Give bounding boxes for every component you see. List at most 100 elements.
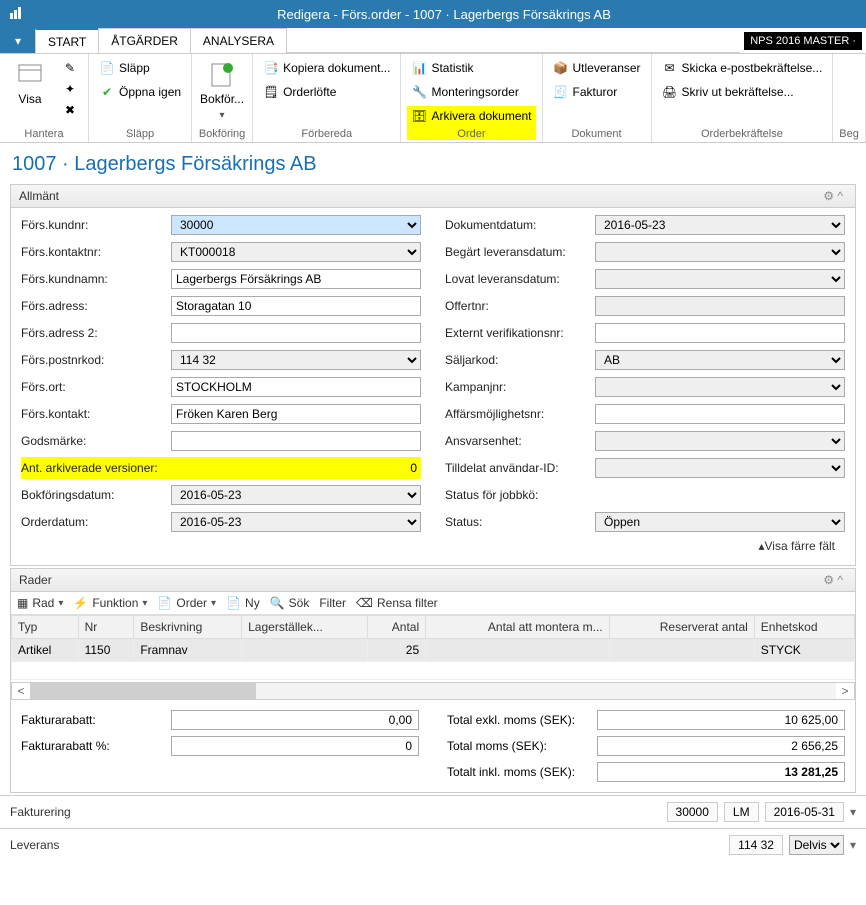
reopen-icon: ✔: [99, 84, 115, 100]
col-nr[interactable]: Nr: [78, 616, 134, 639]
ribbon-oppna-igen[interactable]: ✔Öppna igen: [95, 82, 185, 102]
toolbar-order[interactable]: 📄Order: [157, 596, 216, 610]
ribbon-monteringsorder[interactable]: 🔧Monteringsorder: [407, 82, 535, 102]
ribbon-statistik[interactable]: 📊Statistik: [407, 58, 535, 78]
section-title-allmant: Allmänt: [19, 189, 819, 203]
label-fakturarabatt-pct: Fakturarabatt %:: [21, 739, 171, 753]
input-fors-kundnr[interactable]: 30000: [171, 215, 421, 235]
ribbon-orderlofte[interactable]: 🗒Orderlöfte: [259, 82, 394, 102]
section-allmant: Allmänt ⚙ ^ Förs.kundnr:30000 Förs.konta…: [10, 184, 856, 566]
ribbon-utleveranser[interactable]: 📦Utleveranser: [549, 58, 645, 78]
show-less-fields[interactable]: Visa färre fält: [21, 533, 845, 559]
section-title-leverans: Leverans: [10, 838, 723, 852]
scroll-right-icon[interactable]: >: [836, 684, 854, 698]
label-begart-leveransdatum: Begärt leveransdatum:: [445, 245, 595, 259]
col-enhetskod[interactable]: Enhetskod: [754, 616, 854, 639]
section-rader-settings-icon[interactable]: ⚙ ^: [819, 573, 847, 587]
scroll-left-icon[interactable]: <: [12, 684, 30, 698]
app-menu-button[interactable]: ▾: [0, 28, 36, 53]
label-bokforingsdatum: Bokföringsdatum:: [21, 488, 171, 502]
ribbon-skicka-epost[interactable]: ✉Skicka e-postbekräftelse...: [658, 58, 827, 78]
label-orderdatum: Orderdatum:: [21, 515, 171, 529]
input-orderdatum[interactable]: 2016-05-23: [171, 512, 421, 532]
input-lovat-leveransdatum[interactable]: [595, 269, 845, 289]
ribbon-fakturor[interactable]: 🧾Fakturor: [549, 82, 645, 102]
label-lovat-leveransdatum: Lovat leveransdatum:: [445, 272, 595, 286]
value-fakturarabatt[interactable]: 0,00: [171, 710, 419, 730]
table-row[interactable]: Artikel 1150 Framnav 25 STYCK: [12, 639, 855, 662]
value-total-exkl: 10 625,00: [597, 710, 845, 730]
ribbon-group-bokforing: Bokföring: [198, 126, 246, 140]
label-offertnr: Offertnr:: [445, 299, 595, 313]
label-total-exkl: Total exkl. moms (SEK):: [447, 713, 597, 727]
input-ansvarsenhet[interactable]: [595, 431, 845, 451]
label-fors-postnrkod: Förs.postnrkod:: [21, 353, 171, 367]
tab-start[interactable]: START: [35, 28, 99, 53]
row-icon: ▦: [17, 596, 28, 610]
label-fors-kontakt: Förs.kontakt:: [21, 407, 171, 421]
ribbon-edit[interactable]: ✎: [58, 58, 82, 78]
col-beskrivning[interactable]: Beskrivning: [134, 616, 242, 639]
input-saljarkod[interactable]: AB: [595, 350, 845, 370]
window-title: Redigera - Förs.order - 1007 · Lagerberg…: [30, 7, 858, 22]
col-antal-att[interactable]: Antal att montera m...: [426, 616, 609, 639]
horizontal-scrollbar[interactable]: < >: [11, 682, 855, 700]
leverans-typ[interactable]: Delvis: [789, 835, 844, 855]
label-fakturarabatt: Fakturarabatt:: [21, 713, 171, 727]
input-fors-kontaktnr[interactable]: KT000018: [171, 242, 421, 262]
input-affarsmojlighetsnr[interactable]: [595, 404, 845, 424]
input-fors-ort[interactable]: [171, 377, 421, 397]
toolbar-rad[interactable]: ▦Rad: [17, 596, 63, 610]
ribbon-slapp[interactable]: 📄Släpp: [95, 58, 185, 78]
toolbar-funktion[interactable]: ⚡Funktion: [73, 596, 147, 610]
ribbon-visa[interactable]: Visa: [6, 58, 54, 126]
scroll-thumb[interactable]: [30, 683, 256, 699]
input-fors-kontakt[interactable]: [171, 404, 421, 424]
input-dokumentdatum[interactable]: 2016-05-23: [595, 215, 845, 235]
label-fors-kundnr: Förs.kundnr:: [21, 218, 171, 232]
input-fors-kundnamn[interactable]: [171, 269, 421, 289]
ribbon-skriv-ut[interactable]: 🖨Skriv ut bekräftelse...: [658, 82, 827, 102]
ribbon-bokfor[interactable]: Bokför...: [198, 58, 246, 126]
input-externt-verifikationsnr[interactable]: [595, 323, 845, 343]
input-kampanjnr[interactable]: [595, 377, 845, 397]
ribbon-delete[interactable]: ✖: [58, 100, 82, 120]
col-typ[interactable]: Typ: [12, 616, 79, 639]
pencil-icon: ✎: [62, 60, 78, 76]
chevron-down-icon[interactable]: ▾: [850, 805, 856, 819]
section-leverans[interactable]: Leverans 114 32 Delvis ▾: [0, 828, 866, 861]
ribbon-arkivera-dokument[interactable]: 🗄Arkivera dokument: [407, 106, 535, 126]
value-fakturarabatt-pct[interactable]: 0: [171, 736, 419, 756]
section-rader: Rader ⚙ ^ ▦Rad ⚡Funktion 📄Order 📄Ny 🔍Sök…: [10, 568, 856, 793]
ribbon-kopiera-dokument[interactable]: 📑Kopiera dokument...: [259, 58, 394, 78]
ribbon-group-orderbek: Orderbekräftelse: [658, 126, 827, 140]
shipment-icon: 📦: [553, 60, 569, 76]
col-reserverat[interactable]: Reserverat antal: [609, 616, 754, 639]
section-settings-icon[interactable]: ⚙ ^: [819, 189, 847, 203]
input-bokforingsdatum[interactable]: 2016-05-23: [171, 485, 421, 505]
value-ant-arkiverade: 0: [171, 461, 421, 475]
col-antal[interactable]: Antal: [368, 616, 426, 639]
input-tilldelat-anvandar-id[interactable]: [595, 458, 845, 478]
new-row-icon: 📄: [226, 596, 241, 610]
section-fakturering[interactable]: Fakturering 30000 LM 2016-05-31 ▾: [0, 795, 866, 828]
ribbon-new[interactable]: ✦: [58, 79, 82, 99]
input-fors-adress2[interactable]: [171, 323, 421, 343]
tab-analysera[interactable]: ANALYSERA: [190, 28, 287, 53]
search-icon: 🔍: [270, 596, 285, 610]
input-fors-adress[interactable]: [171, 296, 421, 316]
toolbar-rensa-filter[interactable]: ⌫Rensa filter: [356, 596, 438, 610]
input-fors-postnrkod[interactable]: 114 32: [171, 350, 421, 370]
toolbar-ny[interactable]: 📄Ny: [226, 596, 260, 610]
input-godsmarke[interactable]: [171, 431, 421, 451]
version-badge: NPS 2016 MASTER ·: [744, 32, 862, 50]
toolbar-filter[interactable]: Filter: [319, 596, 346, 610]
rader-table[interactable]: Typ Nr Beskrivning Lagerställek... Antal…: [11, 615, 855, 680]
chevron-down-icon[interactable]: ▾: [850, 838, 856, 852]
toolbar-sok[interactable]: 🔍Sök: [270, 596, 310, 610]
col-lager[interactable]: Lagerställek...: [242, 616, 368, 639]
input-status[interactable]: Öppen: [595, 512, 845, 532]
tab-atgarder[interactable]: ÅTGÄRDER: [98, 28, 191, 53]
table-row-empty[interactable]: [12, 662, 855, 680]
input-begart-leveransdatum[interactable]: [595, 242, 845, 262]
